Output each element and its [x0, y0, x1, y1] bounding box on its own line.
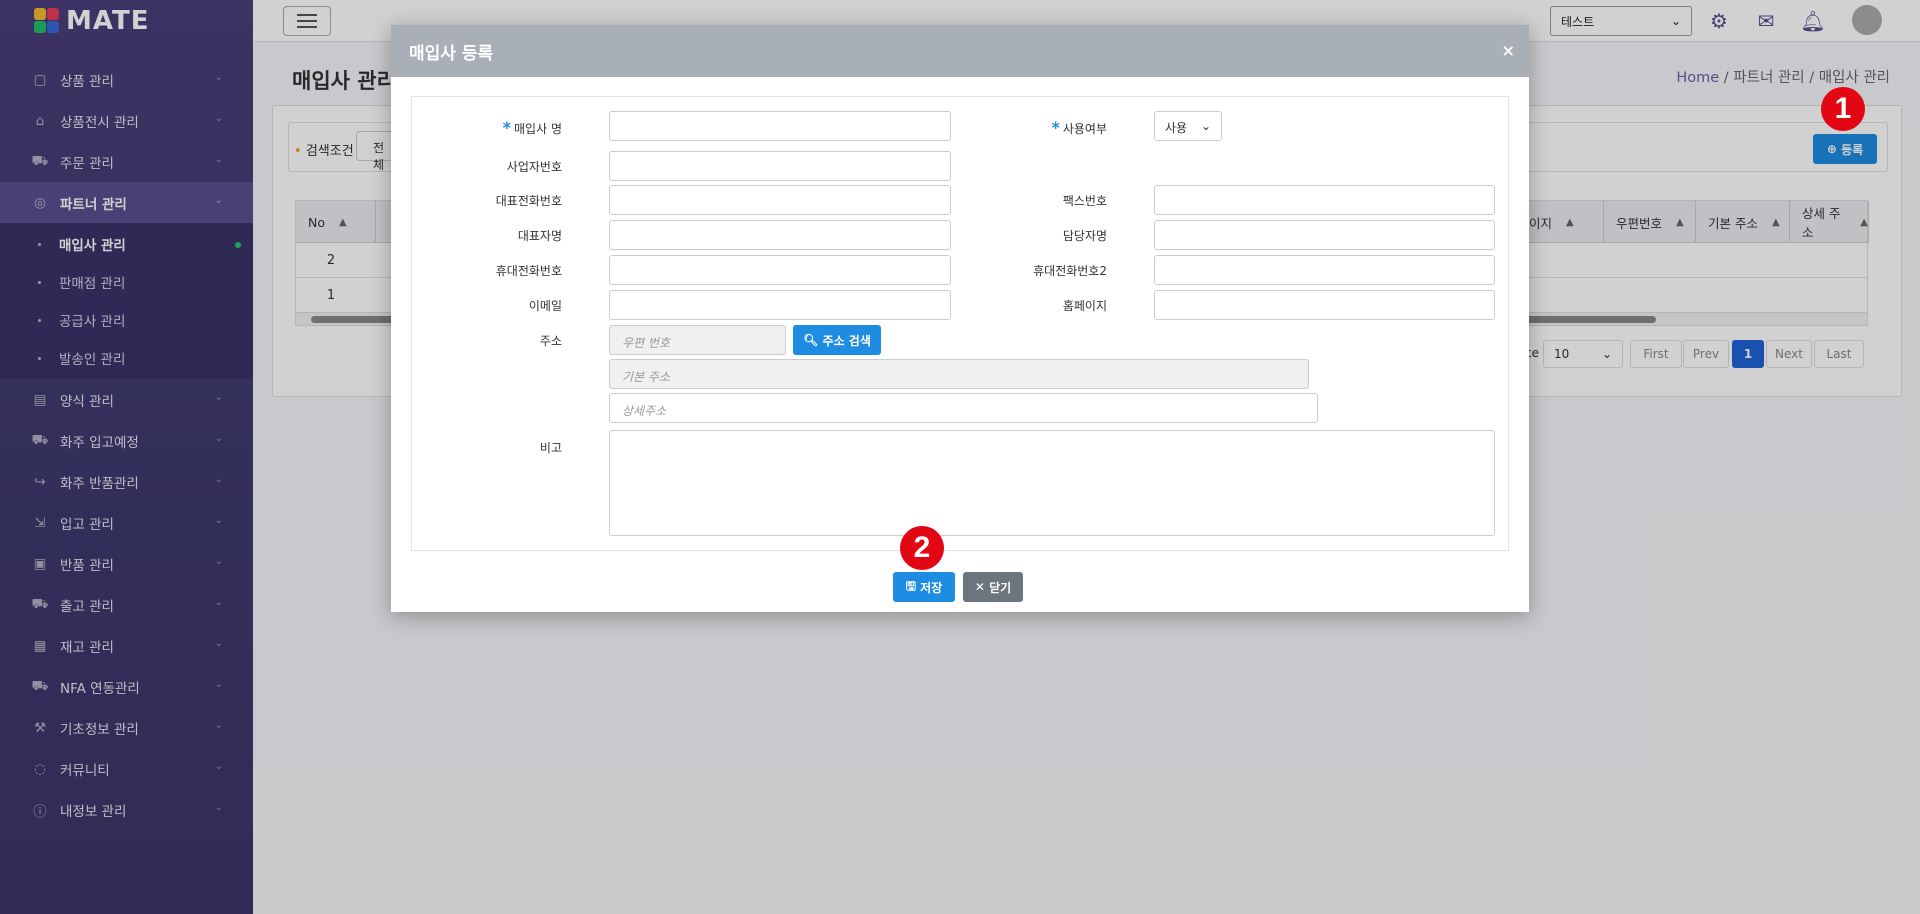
- floppy-disk-icon: 🖫︎: [905, 578, 921, 593]
- email-input[interactable]: [609, 290, 951, 320]
- mobile-label: 휴대전화번호: [495, 264, 562, 278]
- email-label: 이메일: [528, 299, 562, 313]
- search-icon: 🔍︎: [803, 333, 823, 347]
- ceo-label: 대표자명: [517, 229, 562, 243]
- modal-header: 매입사 등록 ×: [391, 25, 1529, 77]
- name-input[interactable]: [609, 111, 951, 141]
- register-modal: 매입사 등록 × * 매입사 명 * 사용여부 사용 ⌄ 사업자번호 대표전화번호 팩…: [391, 25, 1529, 612]
- base-address-input[interactable]: 기본 주소: [609, 359, 1309, 389]
- address-search-button[interactable]: 🔍︎ 주소 검색: [793, 325, 881, 355]
- manager-label: 담당자명: [1062, 229, 1107, 243]
- note-label: 비고: [539, 441, 562, 455]
- fax-label: 팩스번호: [1062, 194, 1107, 208]
- mobile2-label: 휴대전화번호2: [1033, 264, 1107, 278]
- manager-input[interactable]: [1154, 220, 1495, 250]
- use-select[interactable]: 사용 ⌄: [1154, 111, 1222, 141]
- required-asterisk-icon: *: [502, 118, 512, 137]
- mobile-input[interactable]: [609, 255, 951, 285]
- fax-input[interactable]: [1154, 185, 1495, 215]
- form-panel: * 매입사 명 * 사용여부 사용 ⌄ 사업자번호 대표전화번호 팩스번호 대표자명 …: [411, 96, 1509, 551]
- chevron-down-icon: ⌄: [1200, 119, 1211, 133]
- zip-input[interactable]: 우편 번호: [609, 325, 786, 355]
- name-label: * 매입사 명: [502, 118, 562, 137]
- annotation-marker-1: 1: [1821, 87, 1865, 131]
- x-icon: ✕: [974, 580, 990, 594]
- modal-title: 매입사 등록: [409, 43, 494, 64]
- tel-input[interactable]: [609, 185, 951, 215]
- biz-number-input[interactable]: [609, 151, 951, 181]
- save-button[interactable]: 🖫︎ 저장: [893, 572, 955, 602]
- mobile2-input[interactable]: [1154, 255, 1495, 285]
- annotation-marker-2: 2: [900, 526, 944, 570]
- use-label: * 사용여부: [1051, 118, 1107, 137]
- homepage-input[interactable]: [1154, 290, 1495, 320]
- address-label: 주소: [539, 334, 562, 348]
- required-asterisk-icon: *: [1051, 118, 1060, 137]
- close-button[interactable]: ✕ 닫기: [963, 572, 1023, 602]
- tel-label: 대표전화번호: [495, 194, 562, 208]
- biz-number-label: 사업자번호: [506, 160, 562, 174]
- note-textarea[interactable]: [609, 430, 1495, 536]
- ceo-input[interactable]: [609, 220, 951, 250]
- close-icon[interactable]: ×: [1502, 41, 1515, 60]
- detail-address-input[interactable]: 상세주소: [609, 393, 1318, 423]
- homepage-label: 홈페이지: [1062, 299, 1107, 313]
